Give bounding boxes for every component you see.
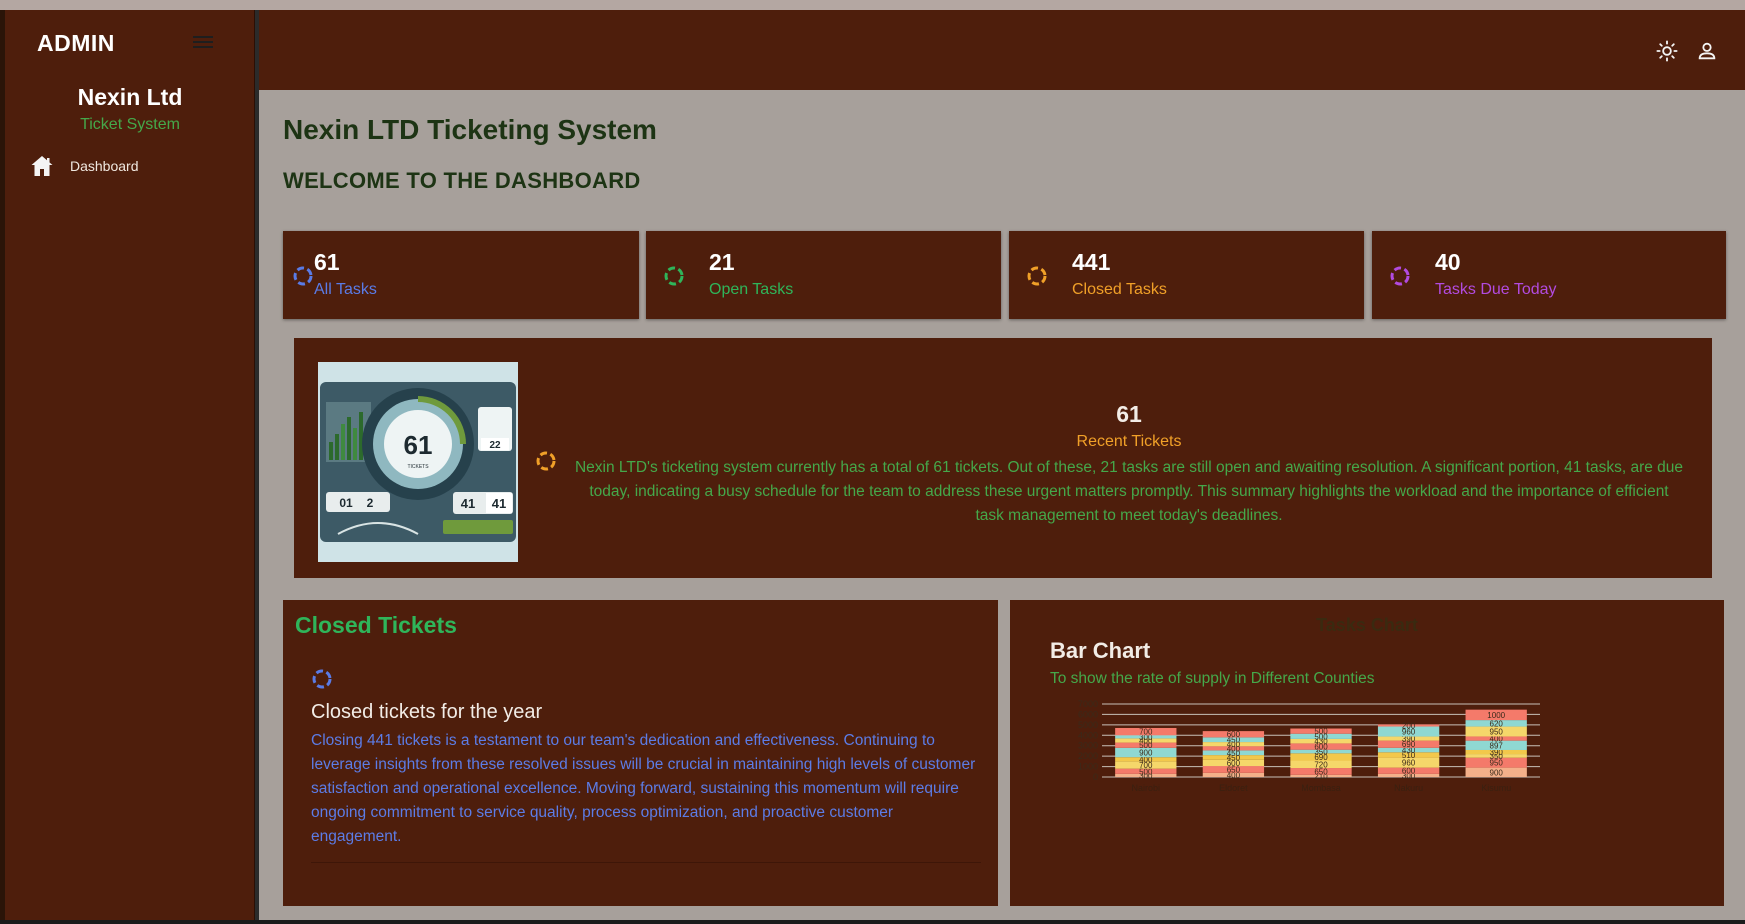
stat-value: 441	[1072, 249, 1111, 275]
x-tick-label: Kisumu	[1481, 783, 1511, 793]
data-label: 900	[1490, 768, 1504, 777]
y-tick-label: 1000	[1078, 762, 1098, 772]
company-name: Nexin Ltd	[77, 84, 183, 110]
top-strip	[0, 0, 1745, 10]
stat-label: Closed Tasks	[1072, 281, 1167, 298]
spinner-icon	[293, 266, 313, 286]
spinner-icon	[312, 669, 332, 689]
home-icon	[31, 156, 53, 176]
company-subtitle: Ticket System	[80, 116, 180, 133]
page-title: Nexin LTD Ticketing System	[283, 114, 657, 145]
y-tick-label: 4000	[1078, 730, 1098, 740]
stat-label: Open Tasks	[709, 281, 794, 298]
main-content: Nexin LTD Ticketing System WELCOME TO TH…	[259, 10, 1745, 920]
illustration-badge: 22	[489, 440, 501, 451]
x-tick-label: Eldoret	[1219, 783, 1248, 793]
brand-title: ADMIN	[37, 30, 115, 56]
stat-card-tasks-due-today[interactable]: 40 Tasks Due Today	[1372, 231, 1726, 319]
sidebar: ADMIN Nexin Ltd Ticket System Dashboard	[5, 10, 255, 920]
spinner-icon	[1390, 266, 1410, 286]
y-tick-label: 0	[1093, 772, 1098, 782]
bar-chart-title: Bar Chart	[1050, 638, 1151, 663]
bar-chart-subtitle: To show the rate of supply in Different …	[1050, 670, 1375, 687]
data-label: 960	[1402, 759, 1416, 768]
y-tick-label: 7000	[1078, 700, 1098, 709]
sidebar-item-label: Dashboard	[70, 158, 139, 174]
stat-value: 61	[314, 249, 340, 275]
recent-tickets-summary: Nexin LTD's ticketing system currently h…	[574, 459, 1684, 524]
illustration-badge: 2	[367, 496, 374, 510]
y-tick-label: 5000	[1078, 720, 1098, 730]
top-bar	[259, 10, 1745, 90]
stat-label: Tasks Due Today	[1435, 281, 1557, 298]
y-tick-label: 6000	[1078, 709, 1098, 719]
data-label: 620	[1490, 719, 1504, 728]
x-tick-label: Nakuru	[1394, 783, 1423, 793]
data-label: 600	[1402, 767, 1416, 776]
stat-card-open-tasks[interactable]: 21 Open Tasks	[646, 231, 1001, 319]
x-tick-label: Nairobi	[1132, 783, 1161, 793]
menu-toggle-icon[interactable]	[193, 36, 213, 50]
illustration-number: 61	[404, 430, 433, 460]
illustration-badge: 01	[339, 496, 353, 510]
tasks-chart-card: Tasks Chart Bar Chart To show the rate o…	[1010, 600, 1724, 906]
sun-icon[interactable]	[1656, 40, 1678, 62]
closed-tickets-card: Closed Tickets Closed tickets for the ye…	[283, 600, 998, 906]
closed-tickets-subtitle: Closed tickets for the year	[311, 701, 543, 723]
illustration-badge: 41	[461, 496, 475, 511]
spinner-icon	[1027, 266, 1047, 286]
spinner-icon	[536, 451, 556, 471]
bar-chart: 0100020003000400050006000700030050070040…	[1078, 700, 1540, 793]
stat-value: 40	[1435, 249, 1461, 275]
data-label: 600	[1227, 730, 1241, 739]
closed-tickets-description: Closing 441 tickets is a testament to ou…	[311, 732, 976, 845]
closed-tickets-title: Closed Tickets	[295, 612, 457, 638]
divider	[311, 862, 981, 863]
recent-tickets-value: 61	[1116, 401, 1142, 427]
recent-tickets-card: 61 TICKETS 22 01 2 41 41 61 Recent Ticke…	[294, 338, 1712, 578]
x-tick-label: Mombasa	[1301, 783, 1341, 793]
stat-card-all-tasks[interactable]: 61 All Tasks	[283, 231, 639, 319]
stat-card-closed-tasks[interactable]: 441 Closed Tasks	[1009, 231, 1364, 319]
illustration-badge: 41	[492, 496, 506, 511]
recent-tickets-label: Recent Tickets	[1076, 433, 1182, 450]
data-label: 500	[1314, 727, 1328, 736]
welcome-heading: WELCOME TO THE DASHBOARD	[283, 168, 641, 193]
spinner-icon	[664, 266, 684, 286]
data-label: 1000	[1487, 711, 1505, 720]
stat-label: All Tasks	[314, 281, 377, 298]
person-icon[interactable]	[1696, 40, 1718, 62]
data-label: 200	[1402, 721, 1416, 730]
sidebar-item-dashboard[interactable]: Dashboard	[30, 150, 240, 182]
data-label: 700	[1139, 728, 1153, 737]
y-tick-label: 3000	[1078, 741, 1098, 751]
tasks-chart-header: Tasks Chart	[1316, 615, 1418, 635]
y-tick-label: 2000	[1078, 751, 1098, 761]
dashboard-illustration: 61 TICKETS 22 01 2 41 41	[318, 362, 518, 562]
stat-value: 21	[709, 249, 735, 275]
data-label: 950	[1490, 728, 1504, 737]
illustration-caption: TICKETS	[407, 464, 429, 470]
bottom-strip	[0, 920, 1745, 924]
